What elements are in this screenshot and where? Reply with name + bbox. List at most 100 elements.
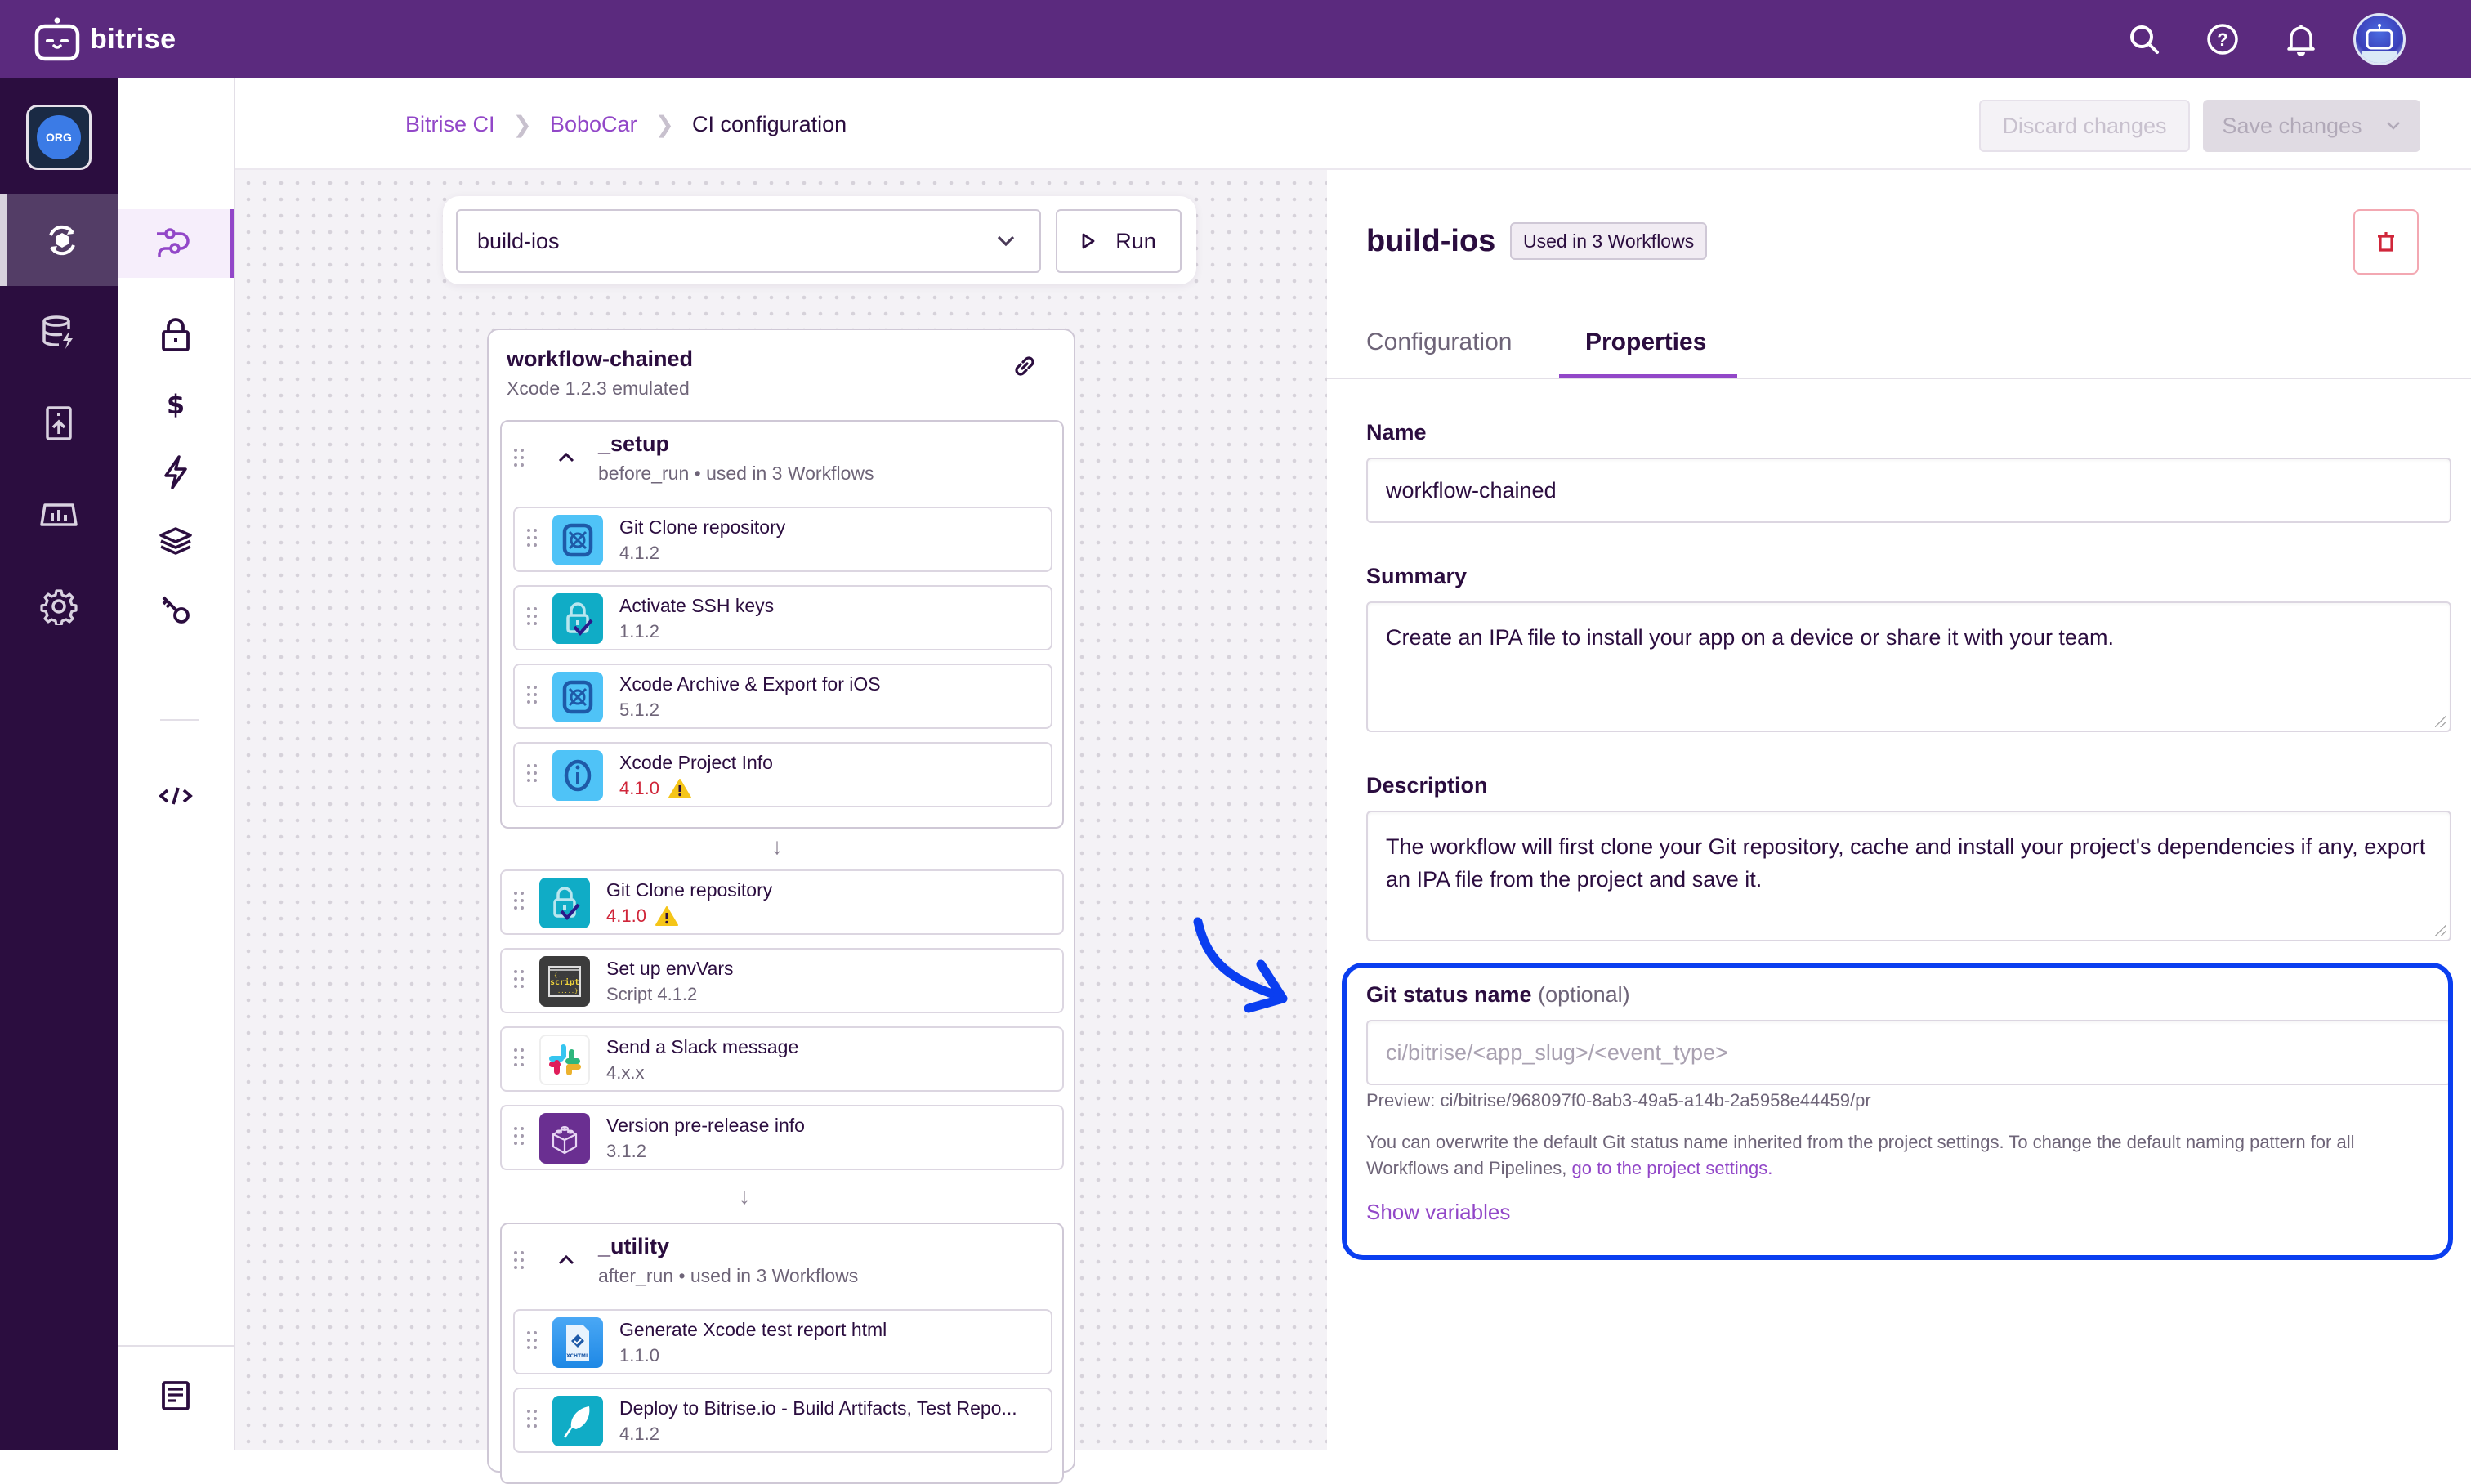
step-version-text: 4.1.2 [619,1424,659,1444]
subnav-triggers[interactable] [118,438,234,507]
insights-icon [40,503,78,526]
name-input[interactable]: workflow-chained [1366,458,2451,523]
step-name: Xcode Archive & Export for iOS [619,673,881,695]
group-title: _utility [598,1234,670,1258]
step-version: 1.1.2 [619,621,659,642]
drag-handle-icon[interactable] [513,1250,525,1270]
step-item[interactable]: Xcode Project Info 4.1.0 [513,742,1052,807]
step-name: Send a Slack message [606,1036,799,1057]
delete-workflow-button[interactable] [2353,209,2419,275]
drag-handle-icon[interactable] [526,685,538,708]
bell-icon[interactable] [2281,20,2321,59]
workflow-canvas[interactable]: build-ios Run workflow-chained Xcode 1.2… [235,170,1327,1484]
workflow-card[interactable]: workflow-chained Xcode 1.2.3 emulated _s… [487,329,1075,1484]
run-button[interactable]: Run [1056,209,1182,273]
step-name: Git Clone repository [606,879,773,901]
rail-item-cache[interactable] [0,286,118,378]
breadcrumb-project[interactable]: BoboCar [550,112,637,137]
avatar[interactable] [2353,13,2406,65]
chain-link-icon[interactable] [1012,353,1038,379]
help-icon[interactable]: ? [2203,20,2242,59]
step-version-text: 4.1.2 [619,543,659,563]
workflow-select[interactable]: build-ios [456,209,1041,273]
chevron-up-icon[interactable] [557,451,575,464]
arrow-down-icon: ↓ [771,834,783,859]
run-label: Run [1115,228,1156,253]
subnav-docs[interactable] [118,1361,234,1430]
step-item[interactable]: Activate SSH keys 1.1.2 [513,585,1052,650]
env-vars-icon: $ [167,389,185,420]
resize-handle-icon[interactable] [2435,716,2446,727]
release-icon [46,406,72,440]
setup-workflow-group[interactable]: _setup before_run • used in 3 Workflows … [500,420,1064,829]
step-item[interactable]: Git Clone repository 4.1.0 [500,869,1064,935]
tab-properties[interactable]: Properties [1585,329,1706,356]
subnav-code-signing[interactable] [118,575,234,644]
rail-item-settings[interactable] [0,561,118,652]
rail-item-ci[interactable] [0,194,118,286]
rail-item-releases[interactable] [0,378,118,469]
breadcrumb: Bitrise CI ❯ BoboCar ❯ CI configuration [405,111,847,138]
main-nav-rail: ORG [0,78,118,1450]
step-name: Version pre-release info [606,1115,805,1136]
usage-badge: Used in 3 Workflows [1510,222,1708,260]
workflow-properties-panel: build-ios Used in 3 Workflows Configurat… [1327,170,2471,1450]
step-version: 5.1.2 [619,700,659,721]
description-textarea[interactable]: The workflow will first clone your Git r… [1366,811,2451,941]
breadcrumb-bitrise-ci[interactable]: Bitrise CI [405,112,495,137]
drag-handle-icon[interactable] [513,1126,525,1150]
show-variables-link[interactable]: Show variables [1366,1200,1510,1225]
optional-hint: (optional) [1538,982,1630,1007]
subnav-secrets[interactable] [118,301,234,369]
drag-handle-icon[interactable] [526,528,538,552]
bitrise-logo[interactable]: bitrise [33,16,176,62]
subnav-env-vars[interactable]: $ [118,369,234,438]
project-settings-link[interactable]: go to the project settings. [1572,1158,1773,1178]
save-changes-label: Save changes [2222,113,2362,138]
utility-workflow-group[interactable]: _utility after_run • used in 3 Workflows… [500,1223,1064,1484]
step-version: 3.1.2 [606,1141,646,1162]
drag-handle-icon[interactable] [526,1330,538,1354]
drag-handle-icon[interactable] [513,1048,525,1071]
step-version-text: 4.x.x [606,1062,645,1083]
save-changes-button[interactable]: Save changes [2203,100,2420,152]
org-badge[interactable]: ORG [26,105,92,170]
git-status-input[interactable]: ci/bitrise/<app_slug>/<event_type> [1366,1020,2451,1085]
resize-handle-icon[interactable] [2435,925,2446,936]
step-version-text: 1.1.0 [619,1345,659,1366]
deploy-icon [552,1396,603,1446]
yaml-icon [159,787,193,805]
drag-handle-icon[interactable] [526,763,538,787]
step-item[interactable]: script {..........} Set up envVars Script 4… [500,948,1064,1013]
package-icon [539,1113,590,1164]
discard-changes-button[interactable]: Discard changes [1979,100,2190,152]
drag-handle-icon[interactable] [513,891,525,914]
secrets-icon [162,318,190,351]
chevron-up-icon[interactable] [557,1254,575,1267]
ci-icon [49,225,75,256]
step-item[interactable]: Git Clone repository 4.1.2 [513,507,1052,572]
git-status-label-text: Git status name [1366,982,1532,1007]
step-item[interactable]: Send a Slack message 4.x.x [500,1026,1064,1092]
drag-handle-icon[interactable] [526,606,538,630]
step-item[interactable]: XCHTML Generate Xcode test report html 1.1… [513,1309,1052,1374]
subnav-stacks[interactable] [118,507,234,575]
subnav-yaml[interactable] [118,762,234,830]
rail-item-insights[interactable] [0,469,118,561]
search-icon[interactable] [2125,20,2164,59]
group-subtitle: after_run • used in 3 Workflows [598,1265,859,1286]
chevron-down-icon [997,235,1015,247]
step-version: 4.1.2 [619,1424,659,1445]
summary-textarea[interactable]: Create an IPA file to install your app o… [1366,601,2451,732]
subnav-workflows[interactable] [118,209,234,278]
ssh-lock-icon [539,878,590,928]
drag-handle-icon[interactable] [526,1409,538,1433]
step-item[interactable]: Xcode Archive & Export for iOS 5.1.2 [513,664,1052,729]
step-version-text: 5.1.2 [619,700,659,720]
tab-configuration[interactable]: Configuration [1366,329,1512,356]
step-item[interactable]: Version pre-release info 3.1.2 [500,1105,1064,1170]
panel-tabs: Configuration Properties [1327,309,2471,379]
drag-handle-icon[interactable] [513,448,525,467]
drag-handle-icon[interactable] [513,969,525,993]
step-item[interactable]: Deploy to Bitrise.io - Build Artifacts, … [513,1388,1052,1453]
